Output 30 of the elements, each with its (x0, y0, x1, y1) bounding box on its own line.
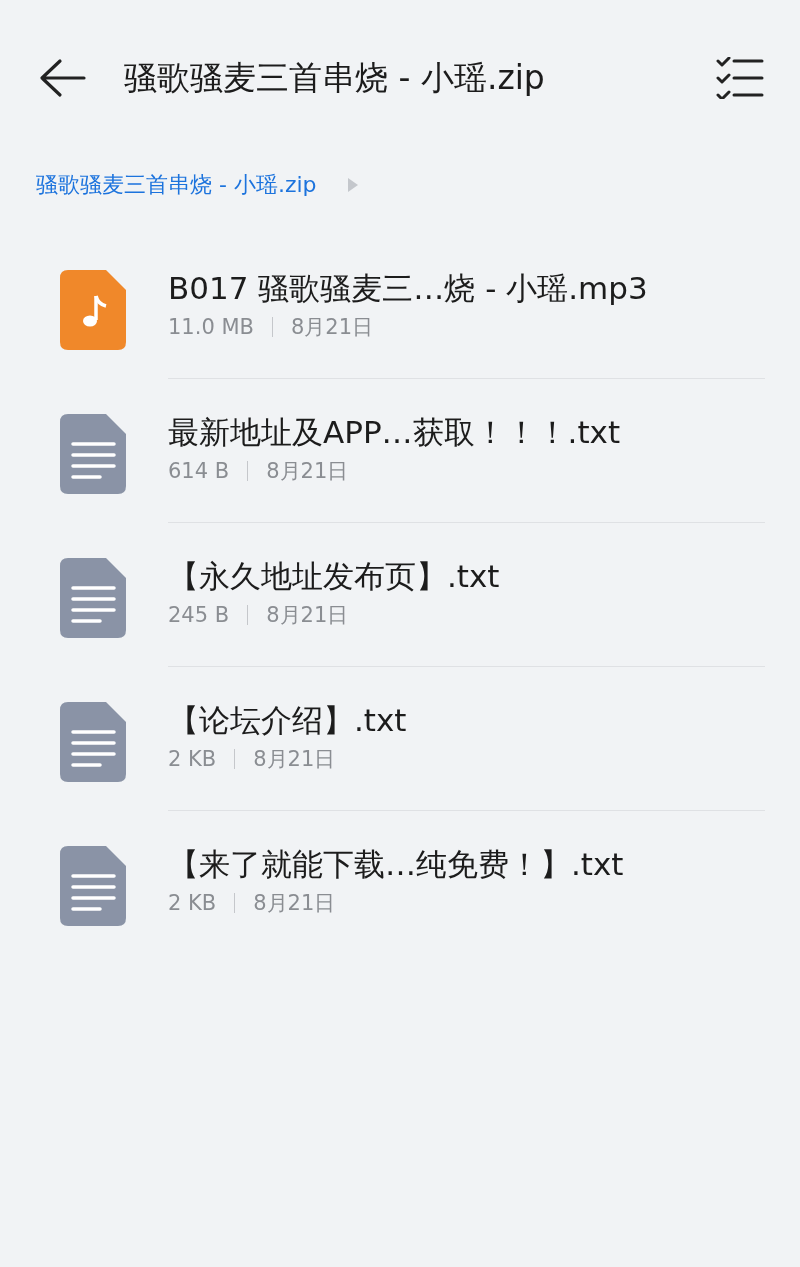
file-date: 8月21日 (253, 746, 336, 773)
back-icon[interactable] (38, 58, 86, 98)
file-row[interactable]: B017 骚歌骚麦三…烧 - 小瑶.mp3 11.0 MB 8月21日 (0, 270, 800, 414)
file-size: 614 B (168, 459, 230, 483)
file-name: 【来了就能下载…纯免费！】.txt (168, 845, 625, 884)
file-date: 8月21日 (253, 890, 336, 917)
document-icon (60, 846, 126, 926)
file-size: 245 B (168, 603, 230, 627)
file-date: 8月21日 (290, 314, 374, 341)
file-row[interactable]: 【论坛介绍】.txt 2 KB 8月21日 (0, 702, 800, 846)
music-file-icon (60, 270, 126, 350)
file-size: 2 KB (168, 747, 217, 771)
file-row[interactable]: 【来了就能下载…纯免费！】.txt 2 KB 8月21日 (0, 846, 800, 990)
window-title: 骚歌骚麦三首串烧 - 小瑶.zip (124, 56, 546, 99)
file-name: 最新地址及APP…获取！！！.txt (168, 413, 622, 452)
file-name: B017 骚歌骚麦三…烧 - 小瑶.mp3 (168, 269, 649, 308)
document-icon (60, 558, 126, 638)
file-size: 2 KB (168, 891, 217, 915)
file-date: 8月21日 (266, 602, 349, 629)
file-row[interactable]: 【永久地址发布页】.txt 245 B 8月21日 (0, 558, 800, 702)
multi-select-icon[interactable] (716, 57, 764, 99)
file-name: 【论坛介绍】.txt (168, 701, 408, 740)
document-icon (60, 414, 126, 494)
file-date: 8月21日 (266, 458, 349, 485)
file-name: 【永久地址发布页】.txt (168, 557, 501, 596)
document-icon (60, 702, 126, 782)
breadcrumb-link[interactable]: 骚歌骚麦三首串烧 - 小瑶.zip (36, 170, 317, 200)
file-size: 11.0 MB (168, 315, 254, 339)
chevron-icon (346, 177, 359, 193)
file-row[interactable]: 最新地址及APP…获取！！！.txt 614 B 8月21日 (0, 414, 800, 558)
